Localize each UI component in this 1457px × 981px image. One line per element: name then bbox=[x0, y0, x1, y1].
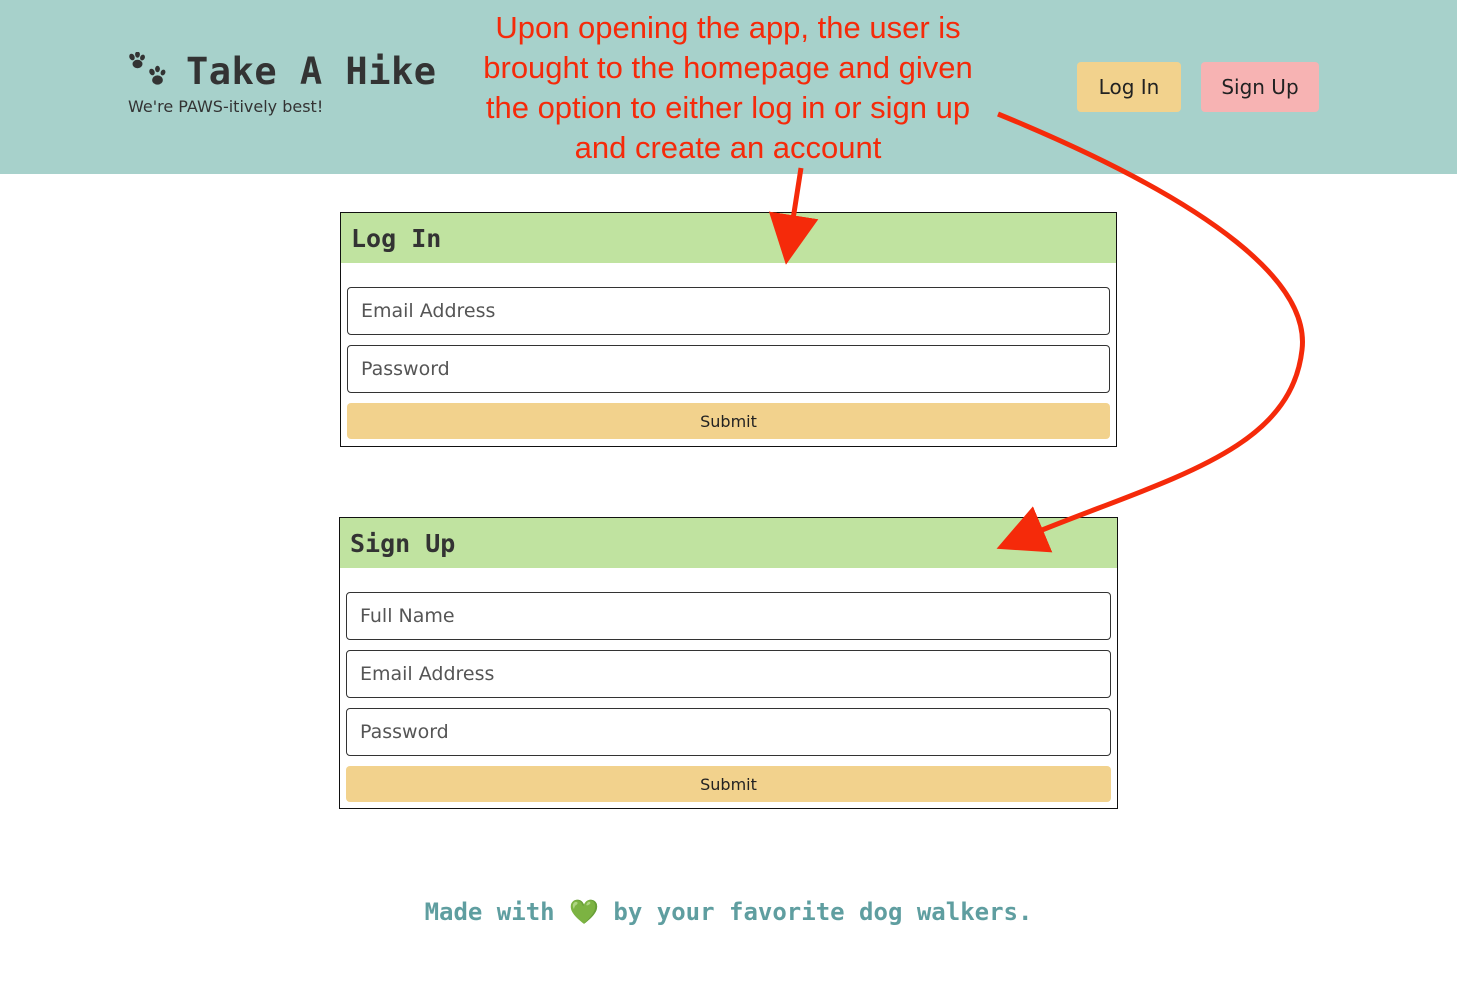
brand-row: Take A Hike bbox=[128, 50, 437, 93]
signup-card-title: Sign Up bbox=[340, 518, 1117, 568]
login-form: Submit bbox=[341, 263, 1116, 445]
site-footer: Made with 💚 by your favorite dog walkers… bbox=[0, 898, 1457, 926]
brand: Take A Hike We're PAWS-itively best! bbox=[128, 50, 437, 116]
login-password-input[interactable] bbox=[347, 345, 1110, 393]
tagline: We're PAWS-itively best! bbox=[128, 97, 324, 116]
login-card: Log In Submit bbox=[340, 212, 1117, 447]
signup-form: Submit bbox=[340, 568, 1117, 808]
signup-password-input[interactable] bbox=[346, 708, 1111, 756]
nav-login-button[interactable]: Log In bbox=[1077, 62, 1181, 112]
nav-signup-button[interactable]: Sign Up bbox=[1201, 62, 1319, 112]
footer-prefix: Made with bbox=[424, 898, 555, 926]
footer-suffix: by your favorite dog walkers. bbox=[613, 898, 1033, 926]
signup-email-input[interactable] bbox=[346, 650, 1111, 698]
login-submit-button[interactable]: Submit bbox=[347, 403, 1110, 439]
login-card-title: Log In bbox=[341, 213, 1116, 263]
signup-name-input[interactable] bbox=[346, 592, 1111, 640]
login-email-input[interactable] bbox=[347, 287, 1110, 335]
app-title[interactable]: Take A Hike bbox=[186, 50, 437, 93]
signup-submit-button[interactable]: Submit bbox=[346, 766, 1111, 802]
paw-prints-icon bbox=[129, 51, 166, 85]
annotation-text: Upon opening the app, the user is brough… bbox=[483, 10, 973, 165]
signup-card: Sign Up Submit bbox=[339, 517, 1118, 809]
site-header: Take A Hike We're PAWS-itively best! Upo… bbox=[0, 0, 1457, 174]
green-heart-icon: 💚 bbox=[569, 898, 599, 926]
